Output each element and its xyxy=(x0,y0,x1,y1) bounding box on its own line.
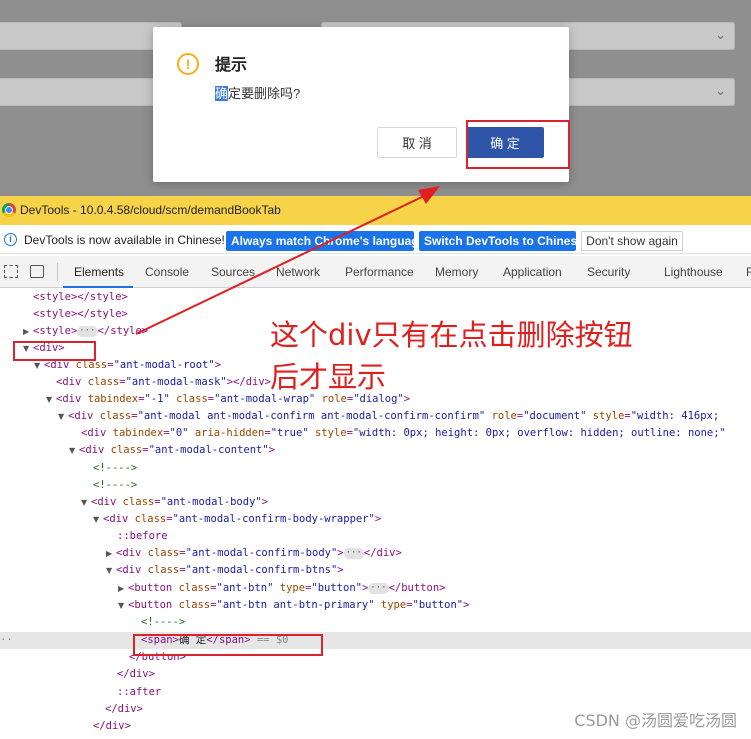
tab-security[interactable]: Security xyxy=(587,265,630,279)
dont-show-again-button[interactable]: Don't show again xyxy=(581,231,683,251)
language-infobar: i DevTools is now available in Chinese! … xyxy=(0,225,751,254)
dom-node[interactable]: ▼ <div class="ant-modal-confirm-btns"> xyxy=(106,562,344,579)
dom-node-selected-span[interactable]: ·· <span>确 定</span> == $0 xyxy=(0,632,751,649)
inspect-element-icon[interactable] xyxy=(4,265,18,278)
dom-node[interactable]: <style></style> xyxy=(33,306,128,323)
dom-comment[interactable]: <!----> xyxy=(141,614,185,631)
annotation-text-line-2: 后才显示 xyxy=(270,360,387,394)
dom-pseudo-after[interactable]: ::after xyxy=(117,684,161,701)
dom-comment[interactable]: <!----> xyxy=(93,477,137,494)
dom-comment[interactable]: <!----> xyxy=(93,460,137,477)
tab-console[interactable]: Console xyxy=(145,265,189,279)
tab-performance[interactable]: Performance xyxy=(345,265,414,279)
toolbar-divider xyxy=(57,263,58,281)
devtools-window: DevTools - 10.0.4.58/cloud/scm/demandBoo… xyxy=(0,196,751,739)
dom-closing-tag[interactable]: </div> xyxy=(117,666,155,683)
selected-node-dots: ·· xyxy=(0,634,13,646)
chrome-icon xyxy=(2,203,16,217)
info-icon: i xyxy=(4,233,17,246)
dialog-message: 确定要删除吗? xyxy=(215,83,300,102)
tab-lighthouse[interactable]: Lighthouse xyxy=(664,265,723,279)
dom-node[interactable]: <style></style> xyxy=(33,289,128,306)
annotation-text-line-1: 这个div只有在点击删除按钮 xyxy=(270,318,633,352)
tab-network[interactable]: Network xyxy=(276,265,320,279)
expand-triangle-icon[interactable]: ▶ xyxy=(118,580,128,597)
watermark: CSDN @汤圆爱吃汤圆 xyxy=(574,711,737,730)
dom-pseudo-before[interactable]: ::before xyxy=(117,528,168,545)
chevron-down-icon: ⌄ xyxy=(715,28,726,43)
expand-triangle-icon[interactable]: ▶ xyxy=(106,545,116,562)
dom-node[interactable]: ▼ <div class="ant-modal ant-modal-confirm… xyxy=(58,408,719,425)
tab-memory[interactable]: Memory xyxy=(435,265,478,279)
dom-node[interactable]: <div class="ant-modal-mask"></div> xyxy=(56,374,271,391)
cancel-button[interactable]: 取 消 xyxy=(377,127,457,158)
tab-sources[interactable]: Sources xyxy=(211,265,255,279)
collapse-triangle-icon[interactable]: ▼ xyxy=(106,562,116,579)
collapsed-content-icon[interactable]: ··· xyxy=(368,582,389,594)
dialog-message-rest: 定要删除吗? xyxy=(228,86,301,101)
tab-application[interactable]: Application xyxy=(503,265,562,279)
dom-closing-tag[interactable]: </div> xyxy=(105,701,143,718)
collapse-triangle-icon[interactable]: ▼ xyxy=(93,511,103,528)
dom-node[interactable]: ▼ <div class="ant-modal-confirm-body-wrap… xyxy=(93,511,381,528)
collapse-triangle-icon[interactable]: ▼ xyxy=(69,442,79,459)
expand-triangle-icon[interactable]: ▶ xyxy=(23,323,33,340)
always-match-language-button[interactable]: Always match Chrome's language xyxy=(226,231,425,251)
dom-node[interactable]: ▶ <div class="ant-modal-confirm-body"> ···… xyxy=(106,545,402,562)
infobar-message: DevTools is now available in Chinese! xyxy=(24,233,225,247)
dom-node[interactable]: ▼ <div class="ant-modal-body"> xyxy=(81,494,268,511)
switch-to-chinese-button[interactable]: Switch DevTools to Chinese xyxy=(419,231,584,251)
devtools-tabbar: Elements Console Sources Network Perform… xyxy=(0,256,751,288)
annotation-box-div-node xyxy=(13,341,96,361)
tab-more[interactable]: R xyxy=(746,265,751,279)
dialog-title: 提示 xyxy=(215,57,248,74)
dom-node[interactable]: ▼ <button class="ant-btn ant-btn-primary"… xyxy=(118,597,469,614)
dom-node[interactable]: ▼ <div class="ant-modal-content"> xyxy=(69,442,275,459)
dom-closing-tag[interactable]: </div> xyxy=(93,718,131,735)
chevron-down-icon: ⌄ xyxy=(715,84,726,99)
collapse-triangle-icon[interactable]: ▼ xyxy=(58,408,68,425)
collapse-triangle-icon[interactable]: ▼ xyxy=(46,391,56,408)
collapsed-content-icon[interactable]: ··· xyxy=(343,547,364,559)
dialog-message-selected-text: 确 xyxy=(215,86,229,101)
dom-node[interactable]: ▶ <style> ··· </style> xyxy=(23,323,148,340)
annotation-box-ok-button xyxy=(466,120,570,169)
dom-node[interactable]: ▶ <button class="ant-btn" type="button"> ·… xyxy=(118,580,445,597)
annotation-box-span-node xyxy=(133,634,323,656)
device-toolbar-icon[interactable] xyxy=(30,265,44,278)
devtools-window-title: DevTools - 10.0.4.58/cloud/scm/demandBoo… xyxy=(20,203,281,217)
warning-icon: ! xyxy=(177,53,199,75)
devtools-titlebar: DevTools - 10.0.4.58/cloud/scm/demandBoo… xyxy=(0,196,751,225)
collapse-triangle-icon[interactable]: ▼ xyxy=(81,494,91,511)
dom-node[interactable]: <div tabindex="0" aria-hidden="true" sty… xyxy=(81,425,726,442)
tab-elements[interactable]: Elements xyxy=(74,265,124,279)
collapsed-content-icon[interactable]: ··· xyxy=(77,325,98,337)
collapse-triangle-icon[interactable]: ▼ xyxy=(118,597,128,614)
